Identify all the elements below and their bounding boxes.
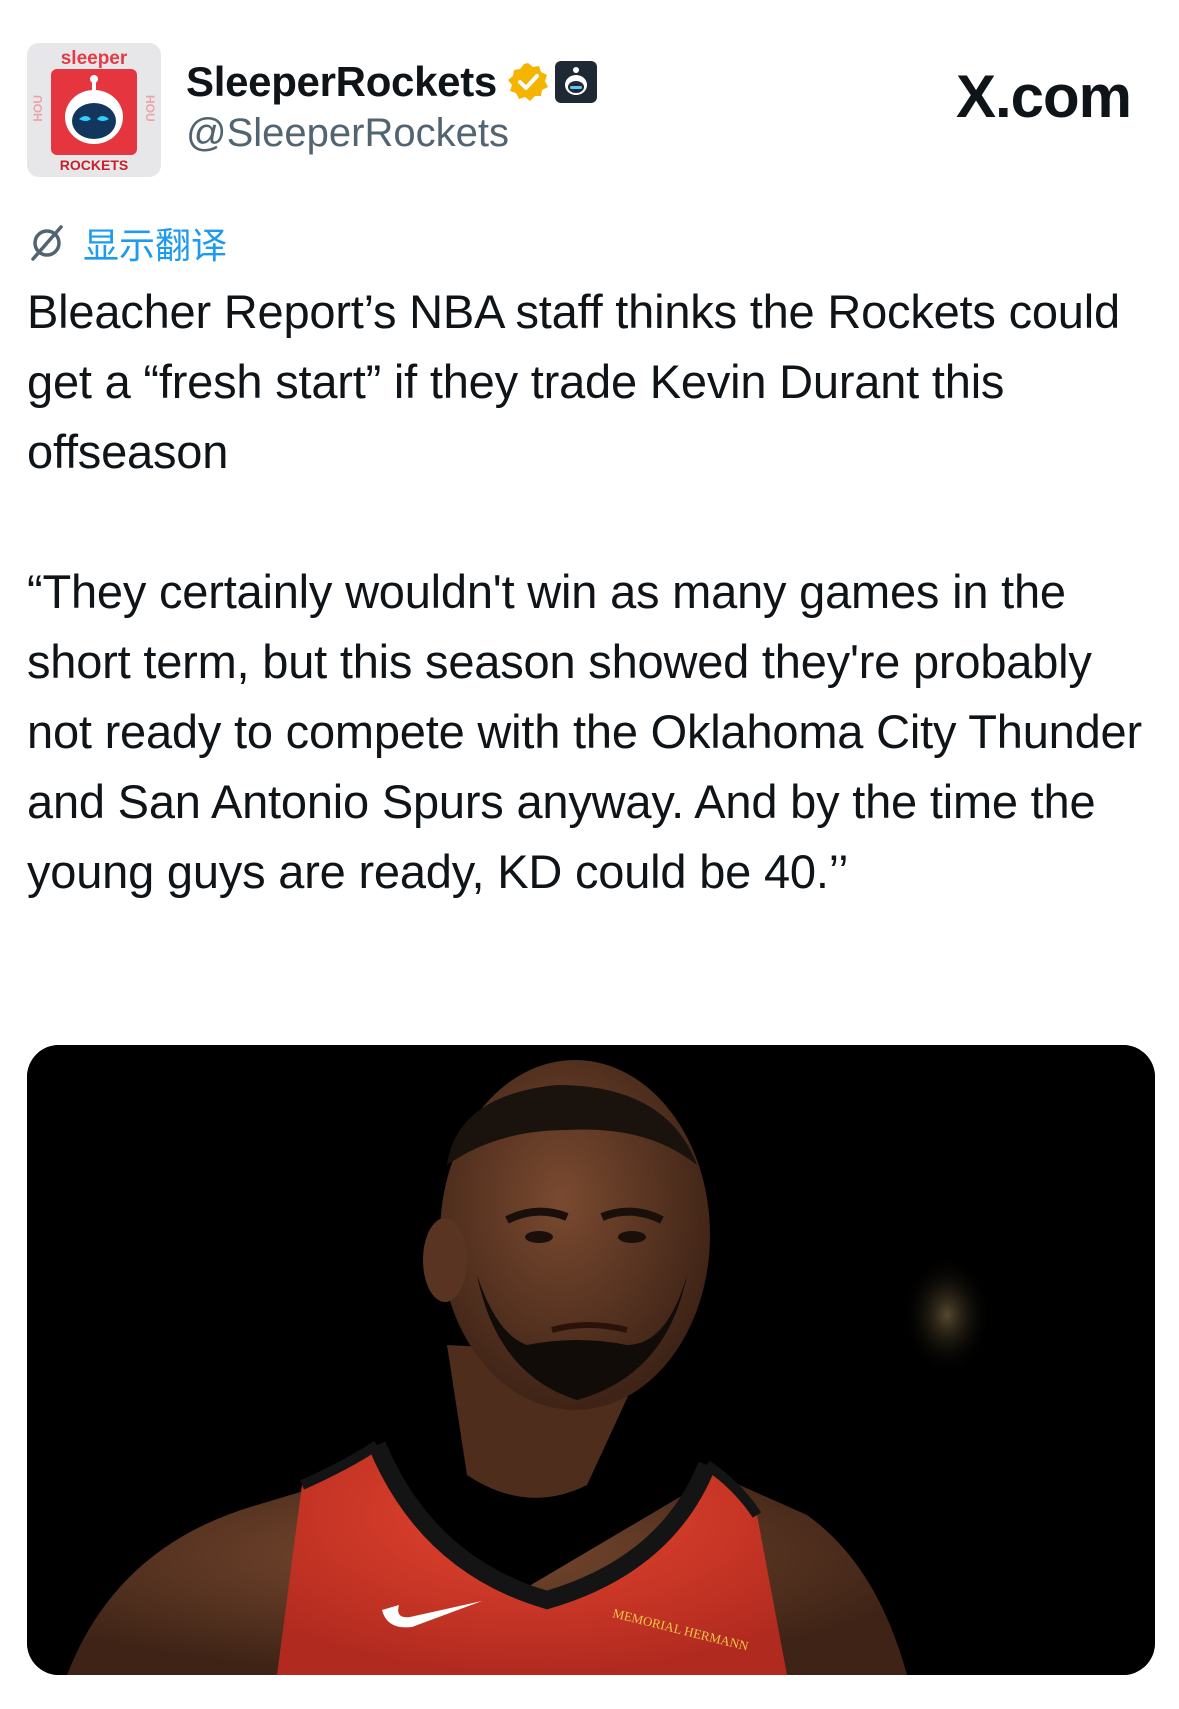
avatar-side-text-right: HOU	[143, 95, 157, 122]
author-handle[interactable]: @SleeperRockets	[186, 111, 509, 156]
post-paragraph-1: Bleacher Report’s NBA staff thinks the R…	[27, 285, 1133, 478]
show-translation-label: 显示翻译	[83, 226, 228, 267]
translate-icon	[27, 223, 67, 263]
verified-badge-icon[interactable]	[507, 61, 549, 103]
avatar-team-text: ROCKETS	[59, 157, 129, 173]
robot-logo-icon	[51, 69, 137, 155]
avatar-brand-text: sleeper	[60, 48, 128, 69]
affiliate-badge-icon[interactable]	[554, 61, 597, 103]
display-name[interactable]: SleeperRockets	[186, 58, 497, 106]
post-paragraph-2: “They certainly wouldn't win as many gam…	[27, 565, 1155, 898]
avatar-side-text-left: HOU	[31, 95, 45, 122]
avatar[interactable]: sleeper HOU HOU ROCKETS	[27, 43, 161, 177]
show-translation-button[interactable]: 显示翻译	[27, 217, 227, 269]
author-name-row: SleeperRockets	[186, 56, 597, 108]
post-photo[interactable]: MEMORIAL HERMANN	[27, 1045, 1155, 1675]
site-watermark: X.com	[955, 63, 1132, 130]
